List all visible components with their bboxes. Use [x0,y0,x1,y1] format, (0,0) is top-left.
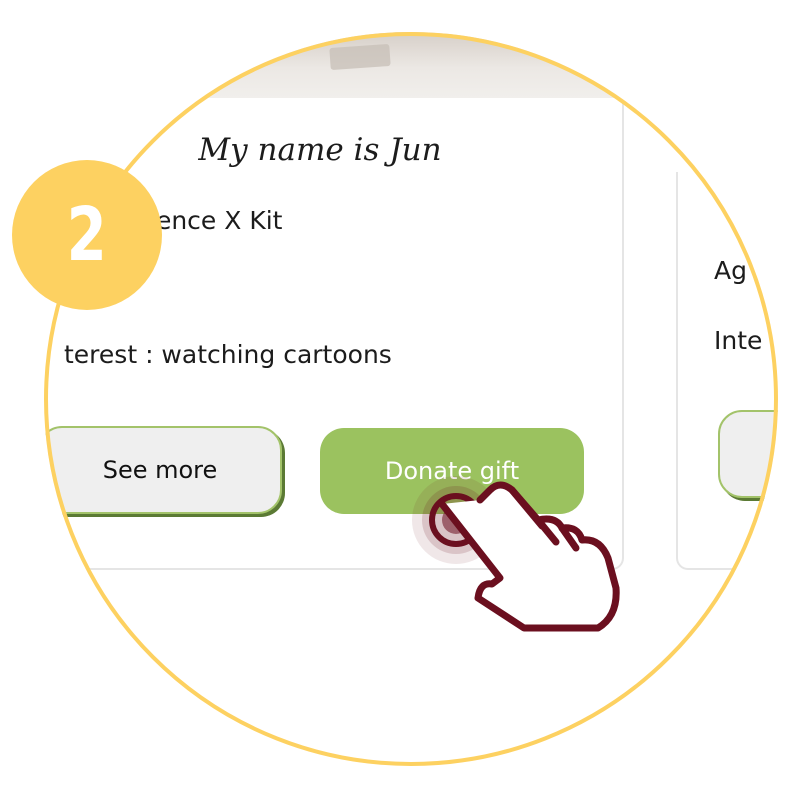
step-number: 2 [66,192,108,278]
zoom-lens: My name is Jun ience X Kit y terest : wa… [44,32,778,766]
see-more-button[interactable]: See more [44,426,282,514]
profile-photo [44,32,778,98]
next-profile-card: Ag Inte [676,172,778,570]
next-see-more-button[interactable] [718,410,778,498]
kit-line: ience X Kit [149,206,283,235]
hand-pointer-icon [438,481,620,632]
card-title: My name is Jun [198,132,442,168]
next-interest-line: Inte [714,326,763,355]
interest-line: terest : watching cartoons [64,340,392,369]
step-badge: 2 [12,160,162,310]
photo-object [329,43,391,71]
next-age-line: Ag [714,256,747,285]
